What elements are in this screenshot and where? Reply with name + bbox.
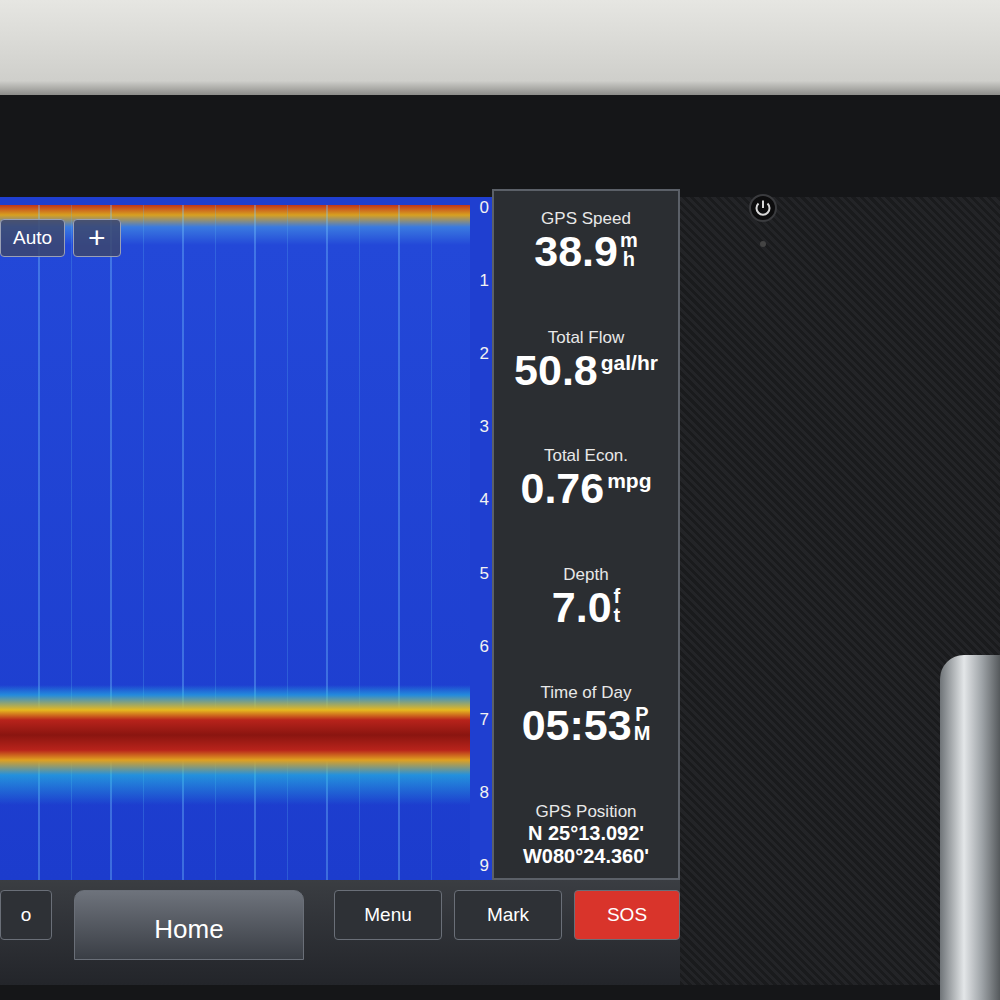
data-field: Total Flow50.8gal/hr: [498, 328, 674, 394]
depth-tick: 9: [480, 857, 489, 874]
field-label: Total Flow: [498, 328, 674, 348]
zoom-in-button[interactable]: +: [73, 219, 121, 257]
field-value: 05:53PM: [522, 703, 651, 748]
field-value: 7.0ft: [552, 585, 620, 630]
depth-tick: 4: [480, 491, 489, 508]
data-panel: GPS Speed38.9mhTotal Flow50.8gal/hrTotal…: [492, 189, 680, 880]
unit-part: m: [620, 231, 638, 250]
value-unit: mh: [620, 231, 638, 269]
bezel-top: [0, 0, 1000, 95]
metal-rod: [940, 655, 1000, 1000]
power-icon[interactable]: [748, 193, 778, 223]
depth-tick: 0: [480, 199, 489, 216]
depth-tick: 2: [480, 345, 489, 362]
unit-part: gal/hr: [601, 351, 658, 374]
unit-part: M: [634, 724, 651, 743]
value-number: 50.8: [514, 348, 598, 393]
depth-tick: 5: [480, 565, 489, 582]
value-number: 05:53: [522, 703, 632, 748]
field-line: N 25°13.092': [498, 822, 674, 845]
mark-button[interactable]: Mark: [454, 890, 562, 940]
field-label: Total Econ.: [498, 446, 674, 466]
depth-tick: 7: [480, 711, 489, 728]
o-button[interactable]: o: [0, 890, 52, 940]
value-unit: gal/hr: [601, 352, 658, 374]
field-label: GPS Speed: [498, 209, 674, 229]
menu-button[interactable]: Menu: [334, 890, 442, 940]
button-bar: o Home MenuMarkSOS: [0, 880, 680, 985]
unit-part: h: [620, 250, 638, 269]
value-unit: ft: [614, 587, 621, 625]
unit-part: mpg: [607, 469, 651, 492]
field-label: GPS Position: [498, 802, 674, 822]
unit-part: f: [614, 587, 621, 606]
sonar-echo: [0, 205, 470, 880]
data-field: GPS Speed38.9mh: [498, 209, 674, 275]
field-value: 50.8gal/hr: [514, 348, 658, 393]
value-unit: mpg: [607, 470, 651, 492]
value-number: 38.9: [534, 229, 618, 274]
depth-tick: 6: [480, 638, 489, 655]
depth-scale: 0 1 2 3 4 5 6 7 8 9: [470, 197, 492, 880]
field-lines: N 25°13.092'W080°24.360': [498, 822, 674, 868]
unit-part: t: [614, 606, 621, 625]
data-field: Total Econ.0.76mpg: [498, 446, 674, 512]
field-value: 0.76mpg: [520, 466, 651, 511]
sonar-view: 0 1 2 3 4 5 6 7 8 9 Auto+: [0, 197, 492, 880]
depth-tick: 1: [480, 272, 489, 289]
value-unit: PM: [634, 705, 651, 743]
data-field: GPS PositionN 25°13.092'W080°24.360': [498, 802, 674, 868]
depth-tick: 8: [480, 784, 489, 801]
field-line: W080°24.360': [498, 845, 674, 868]
data-field: Time of Day05:53PM: [498, 683, 674, 749]
data-field: Depth7.0ft: [498, 565, 674, 631]
status-led: [760, 241, 766, 247]
field-label: Time of Day: [498, 683, 674, 703]
home-button[interactable]: Home: [74, 890, 304, 960]
field-value: 38.9mh: [534, 229, 638, 274]
chartplotter-screen: 0 1 2 3 4 5 6 7 8 9 Auto+ GPS Speed38.9mh Total Fl…: [0, 197, 680, 985]
auto-button[interactable]: Auto: [0, 219, 65, 257]
unit-part: P: [634, 705, 651, 724]
value-number: 7.0: [552, 585, 612, 630]
value-number: 0.76: [520, 466, 604, 511]
depth-tick: 3: [480, 418, 489, 435]
field-label: Depth: [498, 565, 674, 585]
sos-button[interactable]: SOS: [574, 890, 680, 940]
